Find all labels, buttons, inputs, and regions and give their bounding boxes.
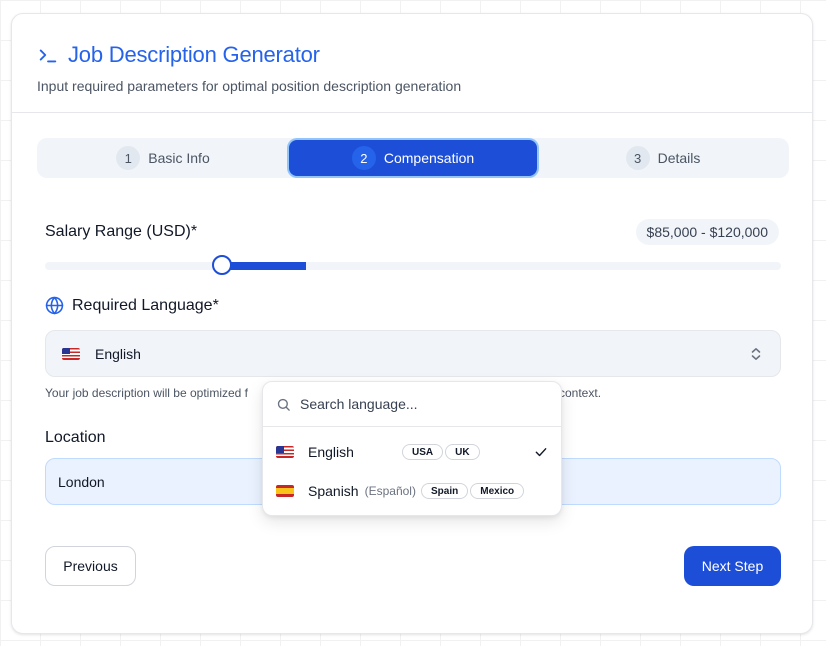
- title-row: Job Description Generator: [37, 42, 320, 68]
- option-name: English: [308, 444, 354, 460]
- salary-slider-range: [221, 262, 307, 270]
- language-search-input[interactable]: Search language...: [300, 396, 418, 412]
- language-label-row: Required Language*: [45, 296, 219, 315]
- language-select-value: English: [95, 345, 141, 362]
- step-number: 3: [625, 146, 650, 170]
- step-number: 2: [351, 146, 376, 170]
- option-tags: USA UK: [402, 444, 482, 460]
- chevron-up-down-icon: [751, 347, 761, 360]
- salary-range-badge: $85,000 - $120,000: [635, 219, 779, 245]
- language-dropdown: Search language... English USA UK Spanis…: [262, 381, 562, 516]
- step-label: Details: [657, 150, 701, 166]
- language-option-spanish[interactable]: Spanish (Español) Spain Mexico: [263, 472, 561, 510]
- step-tabs: 1 Basic Info 2 Compensation 3 Details: [37, 138, 789, 178]
- card-header: Job Description Generator Input required…: [12, 14, 812, 113]
- us-flag-icon: [62, 347, 80, 360]
- tab-compensation[interactable]: 2 Compensation: [289, 140, 537, 176]
- check-icon: [535, 448, 547, 457]
- page-subtitle: Input required parameters for optimal po…: [37, 78, 462, 94]
- step-number: 1: [116, 146, 141, 170]
- language-select[interactable]: English: [45, 330, 781, 377]
- salary-slider-min-thumb[interactable]: [211, 255, 232, 275]
- option-name: Spanish: [308, 483, 359, 499]
- option-tags: Spain Mexico: [421, 483, 526, 499]
- step-label: Compensation: [383, 150, 475, 166]
- previous-button[interactable]: Previous: [45, 546, 136, 586]
- language-label: Required Language*: [72, 296, 219, 314]
- next-step-button[interactable]: Next Step: [684, 546, 781, 586]
- language-option-english[interactable]: English USA UK: [263, 433, 561, 471]
- job-form-card: Job Description Generator Input required…: [11, 13, 813, 634]
- us-flag-icon: [276, 446, 294, 458]
- option-native-name: (Español): [364, 484, 416, 498]
- step-label: Basic Info: [148, 150, 210, 166]
- region-tag: USA: [402, 444, 444, 460]
- spain-flag-icon: [276, 485, 294, 497]
- location-label: Location: [45, 429, 106, 446]
- tab-details[interactable]: 3 Details: [539, 140, 787, 176]
- page-title: Job Description Generator: [68, 42, 320, 67]
- globe-icon: [45, 296, 64, 315]
- region-tag: Mexico: [470, 483, 525, 499]
- region-tag: Spain: [421, 483, 469, 499]
- salary-label: Salary Range (USD)*: [45, 223, 198, 240]
- language-search-box[interactable]: Search language...: [263, 382, 561, 427]
- tab-basic-info[interactable]: 1 Basic Info: [39, 140, 287, 176]
- salary-slider-track[interactable]: [45, 262, 781, 270]
- search-icon: [277, 398, 290, 411]
- region-tag: UK: [445, 444, 480, 460]
- terminal-icon: [39, 49, 57, 63]
